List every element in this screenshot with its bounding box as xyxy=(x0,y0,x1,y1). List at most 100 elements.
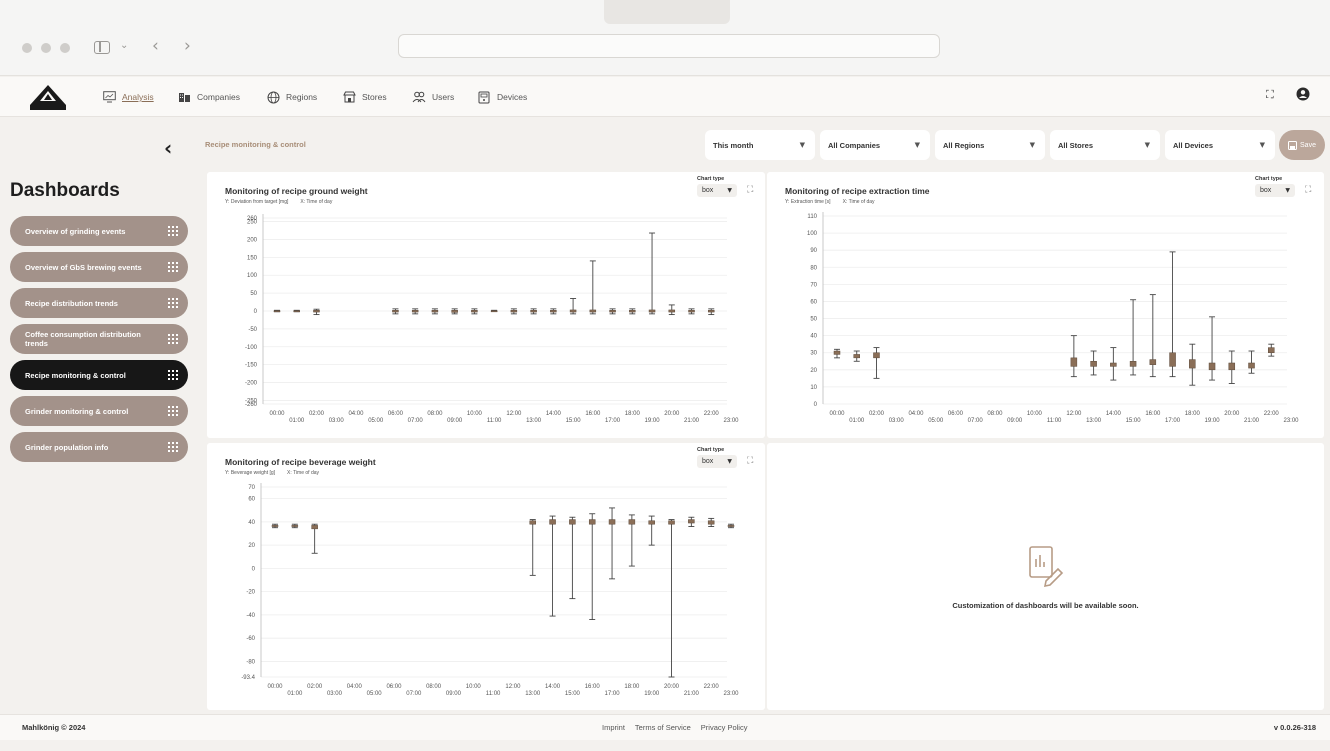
x-tick-label: 05:00 xyxy=(928,418,944,424)
fullscreen-icon[interactable]: ⛶ xyxy=(1266,89,1274,102)
browser-tab[interactable] xyxy=(604,0,730,24)
collapse-sidebar-icon[interactable]: ‹ xyxy=(164,136,172,160)
sidebar-item-gbs-brewing-events[interactable]: Overview of GbS brewing events xyxy=(10,252,188,282)
y-tick-label: -60 xyxy=(246,636,255,642)
box-iqr xyxy=(550,310,557,313)
back-icon[interactable]: ‹ xyxy=(152,36,159,56)
x-tick-label: 10:00 xyxy=(1027,411,1043,417)
nav-devices[interactable]: Devices xyxy=(477,89,527,105)
save-button[interactable]: Save xyxy=(1279,130,1325,160)
browser-sidebar-icon[interactable] xyxy=(94,41,110,54)
box-mark xyxy=(609,308,616,315)
x-tick-label: 18:00 xyxy=(1185,411,1201,417)
x-tick-label: 20:00 xyxy=(664,684,680,690)
window-close-button[interactable] xyxy=(22,43,32,53)
users-icon xyxy=(412,90,426,104)
box-iqr xyxy=(588,519,596,525)
expand-icon[interactable]: ⛶ xyxy=(747,456,753,466)
nav-stores[interactable]: Stores xyxy=(342,89,387,105)
sidebar-item-label: Overview of GbS brewing events xyxy=(25,262,142,272)
window-maximize-button[interactable] xyxy=(60,43,70,53)
empty-dashboard-panel: Customization of dashboards will be avai… xyxy=(767,443,1324,710)
sidebar-item-grinder-population[interactable]: Grinder population info xyxy=(10,432,188,462)
x-tick-label: 00:00 xyxy=(269,411,285,417)
box-mark xyxy=(530,308,537,315)
box-mark xyxy=(569,516,576,600)
browser-chrome: ⌄ ‹ › xyxy=(0,0,1330,76)
sidebar-item-coffee-consumption[interactable]: Coffee consumption distribution trends xyxy=(10,324,188,354)
window-minimize-button[interactable] xyxy=(41,43,51,53)
box-mark xyxy=(550,308,557,315)
mahlkonig-logo[interactable] xyxy=(26,83,70,111)
box-mark xyxy=(411,308,419,315)
chart-type-select[interactable]: box ▼ xyxy=(1255,184,1295,197)
chevron-down-icon: ▼ xyxy=(1285,187,1290,194)
store-icon xyxy=(342,90,356,104)
expand-icon[interactable]: ⛶ xyxy=(747,185,753,195)
x-tick-label: 12:00 xyxy=(1066,411,1082,417)
x-tick-label: 10:00 xyxy=(467,411,483,417)
nav-analysis[interactable]: Analysis xyxy=(102,89,154,105)
device-icon xyxy=(477,90,491,104)
box-mark xyxy=(392,308,399,315)
save-label: Save xyxy=(1300,141,1316,149)
expand-icon[interactable]: ⛶ xyxy=(1305,185,1311,195)
box-iqr xyxy=(510,310,518,313)
x-tick-label: 04:00 xyxy=(908,411,924,417)
x-tick-label: 17:00 xyxy=(605,418,621,424)
y-tick-label: 150 xyxy=(247,255,258,261)
box-iqr xyxy=(708,310,715,313)
chart-type-label: Chart type xyxy=(697,447,725,453)
sidebar-item-recipe-monitoring[interactable]: Recipe monitoring & control xyxy=(10,360,188,390)
x-tick-label: 18:00 xyxy=(625,411,641,417)
chart-type-select[interactable]: box ▼ xyxy=(697,455,737,468)
grid-icon xyxy=(168,334,178,344)
version: v 0.0.26-318 xyxy=(1273,723,1316,732)
nav-regions[interactable]: Regions xyxy=(266,89,317,105)
imprint-link[interactable]: Imprint xyxy=(602,723,625,732)
url-bar[interactable] xyxy=(398,34,940,58)
chart-title: Monitoring of recipe ground weight xyxy=(225,186,368,196)
box-mark xyxy=(529,519,536,576)
y-tick-label: 20 xyxy=(810,368,817,374)
terms-link[interactable]: Terms of Service xyxy=(635,723,691,732)
companies-select[interactable]: All Companies ▼ xyxy=(820,130,930,160)
privacy-link[interactable]: Privacy Policy xyxy=(701,723,748,732)
box-mark xyxy=(589,260,597,315)
x-tick-label: 19:00 xyxy=(644,691,660,697)
x-tick-label: 07:00 xyxy=(968,418,984,424)
regions-select[interactable]: All Regions ▼ xyxy=(935,130,1045,160)
box-iqr xyxy=(1189,359,1196,369)
top-navigation: Analysis Companies Regions Stores Users … xyxy=(0,77,1330,117)
chevron-down-icon: ▼ xyxy=(727,187,732,194)
grid-icon xyxy=(168,406,178,416)
account-icon[interactable] xyxy=(1296,87,1310,104)
period-select[interactable]: This month ▼ xyxy=(705,130,815,160)
x-tick-label: 02:00 xyxy=(309,411,325,417)
nav-companies[interactable]: Companies xyxy=(177,89,240,105)
chevron-down-icon: ▼ xyxy=(914,141,920,149)
box-iqr xyxy=(648,520,655,525)
x-tick-label: 16:00 xyxy=(585,411,601,417)
x-axis-label: X: Time of day xyxy=(300,199,333,205)
forward-icon[interactable]: › xyxy=(184,36,191,56)
chevron-down-icon[interactable]: ⌄ xyxy=(120,40,128,51)
globe-icon xyxy=(266,90,280,104)
devices-select[interactable]: All Devices ▼ xyxy=(1165,130,1275,160)
chevron-down-icon: ▼ xyxy=(727,458,732,465)
nav-label: Stores xyxy=(362,92,387,102)
x-tick-label: 04:00 xyxy=(348,411,364,417)
x-axis-label: X: Time of day xyxy=(287,470,320,476)
x-tick-label: 06:00 xyxy=(948,411,964,417)
x-tick-label: 03:00 xyxy=(329,418,345,424)
sidebar-item-grinding-events[interactable]: Overview of grinding events xyxy=(10,216,188,246)
sidebar-item-grinder-monitoring[interactable]: Grinder monitoring & control xyxy=(10,396,188,426)
nav-users[interactable]: Users xyxy=(412,89,454,105)
box-mark xyxy=(588,513,596,621)
box-iqr xyxy=(727,525,735,527)
breadcrumb: Recipe monitoring & control xyxy=(205,140,306,149)
x-tick-label: 23:00 xyxy=(1283,418,1299,424)
chart-type-select[interactable]: box ▼ xyxy=(697,184,737,197)
sidebar-item-recipe-distribution[interactable]: Recipe distribution trends xyxy=(10,288,188,318)
stores-select[interactable]: All Stores ▼ xyxy=(1050,130,1160,160)
